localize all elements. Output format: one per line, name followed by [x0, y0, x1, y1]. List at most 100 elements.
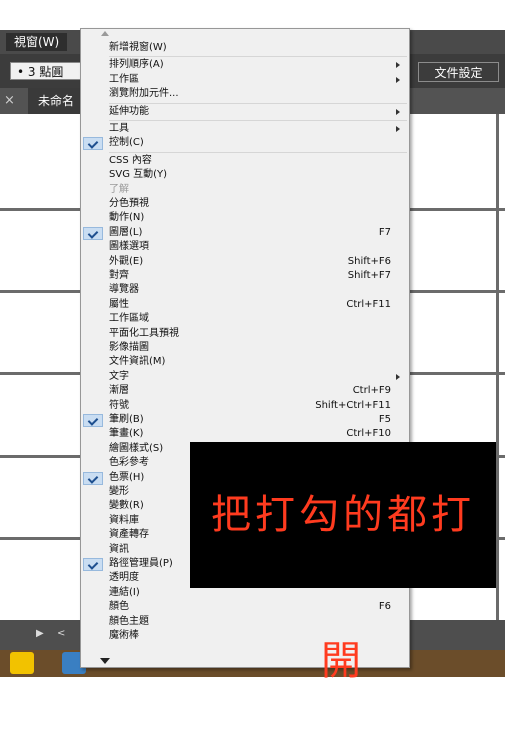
menu-item-label: 漸層: [109, 385, 129, 397]
menu-item[interactable]: 分色預視: [81, 197, 409, 211]
menu-item[interactable]: 外觀(E) Shift+F6: [81, 255, 409, 269]
menu-item-label: 了解: [109, 183, 129, 195]
menu-item-label: 外觀(E): [109, 255, 144, 267]
menu-item-label: 導覽器: [109, 284, 139, 296]
annotation-box: 把打勾的都打開: [190, 442, 496, 684]
menu-item-shortcut: Ctrl+F9: [352, 385, 391, 397]
menu-item-label: 屬性: [109, 298, 129, 310]
menu-item-label: 工作區: [109, 73, 139, 85]
menu-item-label: 筆畫(K): [109, 428, 144, 440]
menu-item[interactable]: 筆畫(K) Ctrl+F10: [81, 427, 409, 441]
menu-separator: [109, 102, 407, 104]
menu-item-shortcut: F7: [378, 226, 391, 238]
menu-item-label: 分色預視: [109, 198, 149, 209]
menu-item[interactable]: 對齊 Shift+F7: [81, 269, 409, 283]
menu-item-label: 資料庫: [109, 514, 139, 526]
menu-item[interactable]: 影像描圖: [81, 341, 409, 355]
menu-item[interactable]: 動作(N): [81, 211, 409, 225]
checkmark-icon: [83, 471, 103, 485]
menu-item[interactable]: SVG 互動(Y): [81, 168, 409, 182]
scroll-down-icon[interactable]: [100, 658, 110, 664]
menu-item-shortcut: Shift+F7: [347, 270, 391, 281]
menu-item-label: 文件資訊(M): [109, 356, 166, 368]
menu-item-label: 圖樣選項: [109, 241, 149, 253]
play-icon[interactable]: ▶: [36, 628, 44, 639]
checkmark-icon: [83, 137, 103, 151]
menu-item-label: 瀏覽附加元件...: [109, 88, 179, 100]
menu-item[interactable]: 平面化工具預視: [81, 327, 409, 341]
menu-item-label: 平面化工具預視: [109, 327, 179, 339]
menu-item[interactable]: 工具: [81, 122, 409, 136]
submenu-arrow-icon: [396, 373, 400, 380]
menu-item[interactable]: 導覽器: [81, 283, 409, 297]
menu-item-label: 符號: [109, 399, 129, 411]
menu-item-label: 透明度: [109, 572, 139, 584]
menu-item-label: 連結(I): [109, 586, 140, 598]
menu-item[interactable]: 屬性 Ctrl+F11: [81, 298, 409, 312]
menu-item-label: 變數(R): [109, 500, 144, 512]
menu-item[interactable]: 文件資訊(M): [81, 355, 409, 369]
menu-item-label: 變形: [109, 486, 129, 497]
menu-item-label: 新增視窗(W): [109, 42, 167, 53]
menu-item-shortcut: Shift+Ctrl+F11: [315, 399, 391, 411]
menu-item[interactable]: 圖樣選項: [81, 240, 409, 254]
menu-item-label: 控制(C): [109, 137, 144, 149]
menu-item[interactable]: 工作區: [81, 73, 409, 87]
submenu-arrow-icon: [396, 126, 400, 132]
menu-item[interactable]: 筆刷(B) F5: [81, 413, 409, 427]
menu-item-label: 資訊: [109, 543, 129, 555]
menu-item-label: 圖層(L): [109, 226, 143, 238]
checkmark-icon: [83, 226, 103, 240]
menu-separator: [109, 120, 407, 121]
menu-item[interactable]: 了解: [81, 183, 409, 197]
menu-item-label: 延伸功能: [109, 105, 149, 117]
menu-item-label: 排列順序(A): [109, 59, 164, 71]
menu-item[interactable]: CSS 內容: [81, 154, 409, 168]
menu-item[interactable]: 瀏覽附加元件...: [81, 87, 409, 101]
menu-item[interactable]: 符號 Shift+Ctrl+F11: [81, 399, 409, 413]
window-menu[interactable]: 視窗(W): [6, 33, 68, 51]
scroll-up-icon[interactable]: [101, 31, 109, 36]
menu-item-label: 工具: [109, 123, 129, 134]
document-tab[interactable]: 未命名: [28, 88, 85, 114]
menu-separator: [109, 151, 407, 153]
menu-item[interactable]: 圖層(L) F7: [81, 226, 409, 240]
menu-item-shortcut: F6: [378, 601, 391, 613]
menu-item-label: 影像描圖: [109, 342, 149, 353]
menu-item[interactable]: 工作區域: [81, 312, 409, 326]
menu-item-label: 顏色: [109, 601, 129, 613]
window-top-area: [0, 0, 505, 30]
chevron-left-icon[interactable]: <: [57, 628, 65, 639]
app-icon[interactable]: [10, 652, 34, 674]
menu-item-label: 筆刷(B): [109, 414, 144, 425]
menu-item-label: 對齊: [109, 270, 129, 281]
menu-item[interactable]: 排列順序(A): [81, 58, 409, 72]
canvas-grid-line: [496, 114, 499, 620]
menu-item-label: 色彩參考: [109, 457, 149, 469]
menu-item[interactable]: 文字: [81, 370, 409, 384]
document-settings-button[interactable]: 文件設定: [418, 62, 499, 82]
menu-item-label: 色票(H): [109, 471, 145, 483]
menu-item-shortcut: F5: [378, 414, 391, 425]
menu-item-label: SVG 互動(Y): [109, 169, 168, 181]
annotation-text: 把打勾的都打開: [211, 492, 475, 684]
menu-item[interactable]: 延伸功能: [81, 105, 409, 119]
menu-item-label: 工作區域: [109, 313, 149, 325]
close-tab-icon[interactable]: ×: [4, 93, 15, 108]
menu-item-label: 顏色主題: [109, 615, 149, 627]
menu-item-label: 動作(N): [109, 212, 145, 224]
menu-item-label: 資產轉存: [109, 529, 149, 541]
menu-item[interactable]: 漸層 Ctrl+F9: [81, 384, 409, 398]
submenu-arrow-icon: [396, 76, 400, 83]
menu-item-shortcut: Ctrl+F10: [346, 428, 391, 440]
menu-item[interactable]: 控制(C): [81, 136, 409, 151]
menu-item-shortcut: Shift+F6: [347, 255, 391, 267]
checkmark-icon: [83, 414, 103, 427]
menu-item-label: 文字: [109, 370, 129, 382]
submenu-arrow-icon: [396, 62, 400, 69]
menu-item[interactable]: 新增視窗(W): [81, 41, 409, 55]
menu-item-label: 路徑管理員(P): [109, 558, 173, 569]
menu-item-label: CSS 內容: [109, 154, 152, 166]
submenu-arrow-icon: [396, 108, 400, 115]
brush-stroke-select[interactable]: • 3 點圓: [10, 62, 88, 80]
